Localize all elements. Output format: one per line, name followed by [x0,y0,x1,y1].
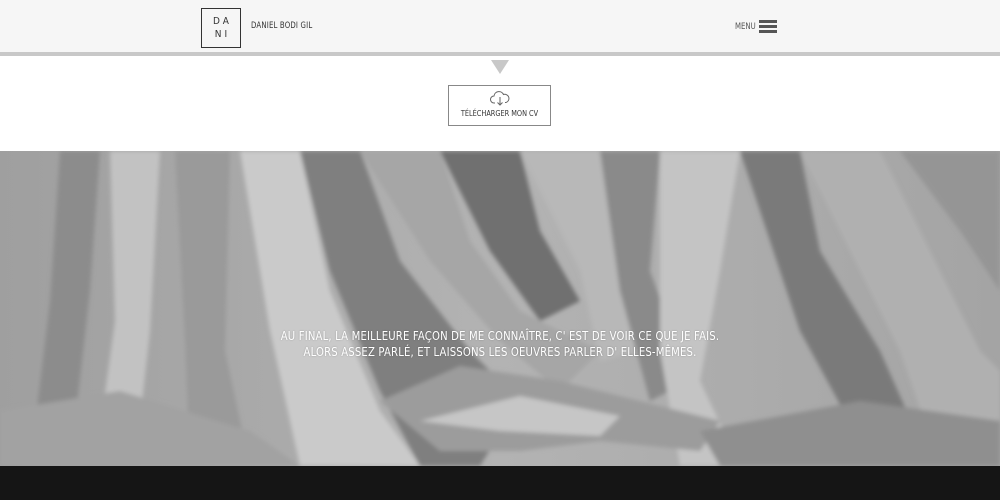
painting-image [0,151,1000,466]
hero-quote: AU FINAL, LA MEILLEURE FAÇON DE ME CONNA… [0,328,1000,360]
logo-line-1: DA [213,16,232,27]
site-name[interactable]: DANIEL BODI GIL [251,21,312,31]
hero-quote-line-2: ALORS ASSEZ PARLÉ, ET LAISSONS LES OEUVR… [303,345,697,359]
hero-artwork-section: AU FINAL, LA MEILLEURE FAÇON DE ME CONNA… [0,151,1000,466]
menu-label[interactable]: MENU [735,22,756,32]
cloud-download-icon [490,91,510,106]
site-header: DA NI DANIEL BODI GIL MENU [0,0,1000,56]
download-cv-label: TÉLÉCHARGER MON CV [460,109,539,118]
logo-line-2: NI [214,29,231,40]
logo[interactable]: DA NI [201,8,241,48]
hamburger-menu-icon[interactable] [759,20,777,34]
download-cv-button[interactable]: TÉLÉCHARGER MON CV [448,85,551,126]
hero-quote-line-1: AU FINAL, LA MEILLEURE FAÇON DE ME CONNA… [280,329,720,343]
footer-band [0,466,1000,500]
caret-down-icon [491,60,509,74]
